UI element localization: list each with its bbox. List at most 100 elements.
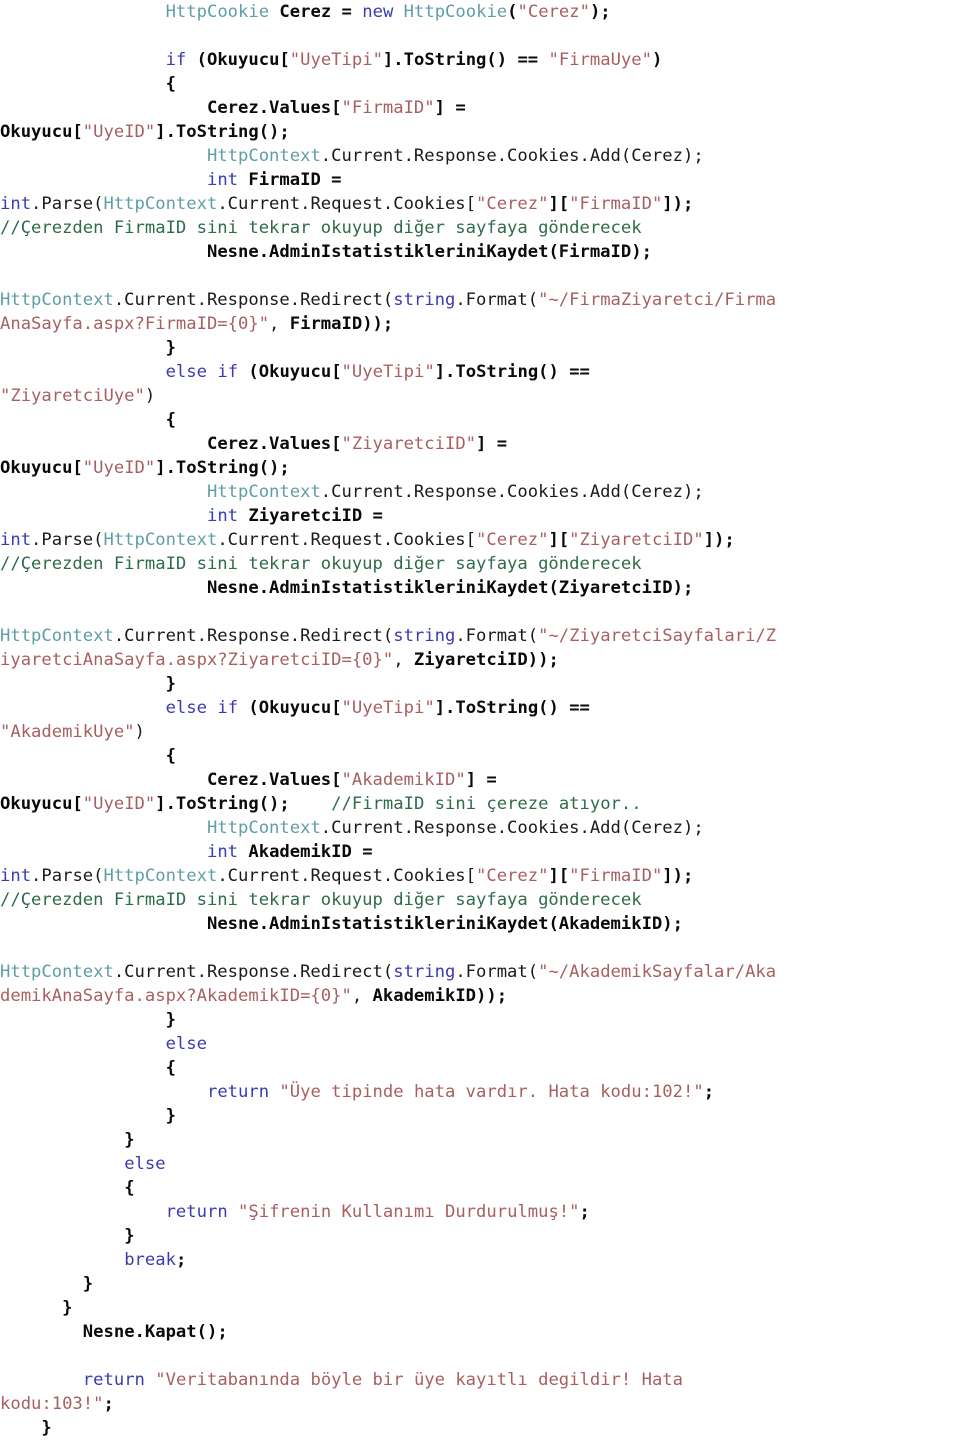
code-token-string: kodu:103!" <box>0 1394 104 1414</box>
code-token-type: HttpCookie <box>165 2 270 22</box>
code-token-identifier: )); <box>362 314 394 334</box>
code-token-identifier: ] = <box>465 770 497 790</box>
code-line: Okuyucu["UyeID"].ToString(); <box>0 120 960 144</box>
code-token-keyword: return <box>165 1202 228 1222</box>
code-token-plain: .Parse( <box>31 530 104 550</box>
code-line: Nesne.AdminIstatistikleriniKaydet(Ziyare… <box>0 576 960 600</box>
code-token-identifier: { <box>124 1178 135 1198</box>
code-token-identifier: ); <box>589 2 611 22</box>
code-token-string: "FirmaID" <box>569 866 663 886</box>
code-token-comment: //Çerezden FirmaID sini tekrar okuyup di… <box>0 218 642 238</box>
code-line: int FirmaID = <box>0 168 960 192</box>
code-token-plain: .Current.Request.Cookies[ <box>217 866 477 886</box>
code-token-keyword: else <box>165 698 207 718</box>
code-token-keyword: string <box>393 626 456 646</box>
code-token-comment: //Çerezden FirmaID sini tekrar okuyup di… <box>0 890 642 910</box>
code-token-identifier: (Okuyucu[ <box>248 698 342 718</box>
code-line: break; <box>0 1248 960 1272</box>
code-token-plain: .Current.Response.Redirect( <box>113 962 394 982</box>
code-token-identifier: ].ToString(); <box>155 794 290 814</box>
code-token-keyword: int <box>0 194 32 214</box>
code-token-type: HttpContext <box>0 290 114 310</box>
code-token-identifier: ]); <box>703 530 735 550</box>
code-token-identifier: Cerez.Values[ <box>206 434 342 454</box>
code-token-identifier: } <box>62 1298 73 1318</box>
code-line: int.Parse(HttpContext.Current.Request.Co… <box>0 528 960 552</box>
code-line: { <box>0 72 960 96</box>
code-line: else <box>0 1032 960 1056</box>
code-token-string: "Cerez" <box>476 194 549 214</box>
code-line: return "Üye tipinde hata vardır. Hata ko… <box>0 1080 960 1104</box>
code-token-keyword: int <box>0 866 32 886</box>
code-line: //Çerezden FirmaID sini tekrar okuyup di… <box>0 888 960 912</box>
code-line: else if (Okuyucu["UyeTipi"].ToString() =… <box>0 696 960 720</box>
code-line: int ZiyaretciID = <box>0 504 960 528</box>
code-listing: HttpCookie Cerez = new HttpCookie("Cerez… <box>0 0 960 1438</box>
code-line: HttpCookie Cerez = new HttpCookie("Cerez… <box>0 0 960 24</box>
code-line: Okuyucu["UyeID"].ToString(); <box>0 456 960 480</box>
code-token-identifier: )); <box>527 650 559 670</box>
code-line: } <box>0 1296 960 1320</box>
code-line: iyaretciAnaSayfa.aspx?ZiyaretciID={0}", … <box>0 648 960 672</box>
code-token-identifier: (Okuyucu[ <box>196 50 290 70</box>
code-token-plain: .Current.Request.Cookies[ <box>217 194 477 214</box>
code-token-plain: .Format( <box>455 626 539 646</box>
code-token-keyword: if <box>217 698 239 718</box>
code-token-identifier: )); <box>476 986 508 1006</box>
code-token-identifier: ].ToString() == <box>434 698 590 718</box>
code-line: int.Parse(HttpContext.Current.Request.Co… <box>0 192 960 216</box>
code-token-type: HttpContext <box>206 482 321 502</box>
code-token-identifier: ; <box>175 1250 187 1270</box>
code-token-identifier: Cerez.Values[ <box>206 98 342 118</box>
code-token-string: AnaSayfa.aspx?FirmaID={0}" <box>0 314 270 334</box>
code-line: //Çerezden FirmaID sini tekrar okuyup di… <box>0 216 960 240</box>
code-line: } <box>0 1224 960 1248</box>
code-line: if (Okuyucu["UyeTipi"].ToString() == "Fi… <box>0 48 960 72</box>
code-token-identifier: AkademikID <box>372 986 477 1006</box>
code-token-string: "UyeTipi" <box>341 362 435 382</box>
code-line: HttpContext.Current.Response.Redirect(st… <box>0 624 960 648</box>
code-token-string: "FirmaUye" <box>548 50 652 70</box>
code-token-plain: .Current.Response.Redirect( <box>113 290 394 310</box>
code-token-identifier: ; <box>703 1082 715 1102</box>
code-token-plain: .Current.Response.Cookies.Add(Cerez); <box>320 818 704 838</box>
code-line: else <box>0 1152 960 1176</box>
code-token-keyword: return <box>206 1082 270 1102</box>
code-token-keyword: int <box>0 530 32 550</box>
code-token-keyword: if <box>165 50 187 70</box>
code-token-identifier: ( <box>507 2 518 22</box>
code-token-string: "Cerez" <box>517 2 590 22</box>
code-token-plain: .Current.Response.Cookies.Add(Cerez); <box>320 146 704 166</box>
code-token-identifier: { <box>165 74 176 94</box>
code-line: return "Şifrenin Kullanımı Durdurulmuş!"… <box>0 1200 960 1224</box>
code-line: Nesne.AdminIstatistikleriniKaydet(Akadem… <box>0 912 960 936</box>
code-token-string: "UyeID" <box>82 122 156 142</box>
code-line: kodu:103!"; <box>0 1392 960 1416</box>
code-token-plain: .Format( <box>455 962 539 982</box>
